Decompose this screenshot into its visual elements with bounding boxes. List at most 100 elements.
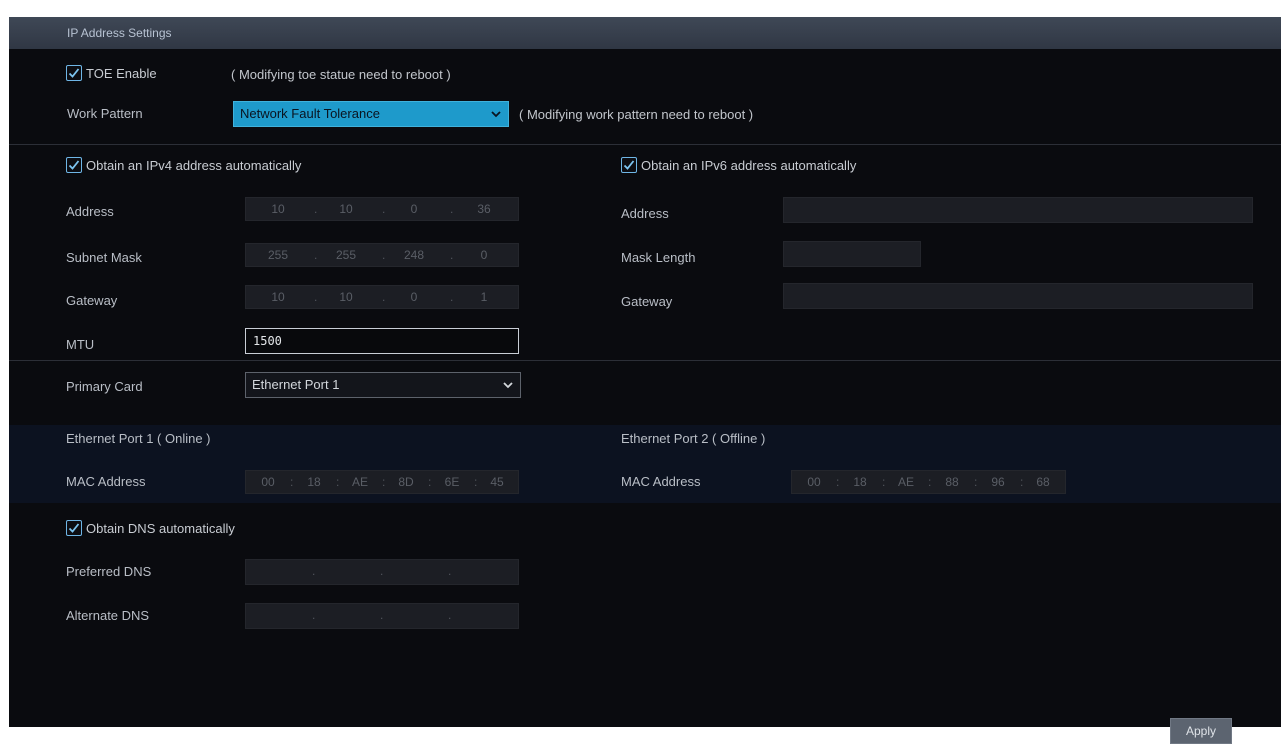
divider <box>9 360 1281 361</box>
mac-byte: 18 <box>853 475 867 489</box>
mac-separator: : <box>1020 475 1024 489</box>
work-pattern-select[interactable]: Network Fault Tolerance <box>233 101 509 127</box>
port2-mac-field: 00 : 18 : AE : 88 : 96 : 68 <box>791 470 1066 494</box>
mtu-value: 1500 <box>253 334 282 348</box>
ipv4-address-label: Address <box>66 204 114 219</box>
ipv4-gateway-label: Gateway <box>66 293 118 308</box>
check-icon <box>68 160 80 170</box>
octet-separator: . <box>314 290 318 304</box>
dns-auto-label: Obtain DNS automatically <box>86 521 235 536</box>
subnet-mask-label: Subnet Mask <box>66 250 142 265</box>
preferred-dns-field: . . . <box>245 559 519 585</box>
ip-octet: 248 <box>403 248 425 262</box>
primary-card-label: Primary Card <box>66 379 143 394</box>
ip-octet: 10 <box>271 290 285 304</box>
ipv6-address-field[interactable] <box>783 197 1253 223</box>
mac-separator: : <box>474 475 478 489</box>
octet-separator: . <box>380 608 384 622</box>
mac-separator: : <box>336 475 340 489</box>
octet-separator: . <box>448 608 452 622</box>
ip-octet: 255 <box>267 248 289 262</box>
mac-separator: : <box>882 475 886 489</box>
mac-byte: 6E <box>444 475 460 489</box>
ipv6-gateway-label: Gateway <box>621 294 673 309</box>
ipv4-address-field[interactable]: 10 . 10 . 0 . 36 <box>245 197 519 221</box>
mtu-label: MTU <box>66 337 95 352</box>
octet-separator: . <box>382 202 386 216</box>
divider <box>9 144 1281 145</box>
ip-octet: 36 <box>477 202 491 216</box>
mac-separator: : <box>382 475 386 489</box>
mac-byte: AE <box>351 475 368 489</box>
ipv4-auto-checkbox[interactable] <box>66 157 82 173</box>
toe-enable-label: TOE Enable <box>86 66 157 81</box>
octet-separator: . <box>450 290 454 304</box>
octet-separator: . <box>312 564 316 578</box>
port1-mac-label: MAC Address <box>66 474 146 489</box>
mask-length-label: Mask Length <box>621 250 696 265</box>
octet-separator: . <box>314 202 318 216</box>
port2-title: Ethernet Port 2 ( Offline ) <box>621 431 766 446</box>
subnet-mask-field[interactable]: 255 . 255 . 248 . 0 <box>245 243 519 267</box>
octet-separator: . <box>450 202 454 216</box>
mac-separator: : <box>928 475 932 489</box>
ip-octet: 0 <box>410 202 418 216</box>
octet-separator: . <box>312 608 316 622</box>
octet-separator: . <box>314 248 318 262</box>
mac-separator: : <box>836 475 840 489</box>
octet-separator: . <box>382 290 386 304</box>
mask-length-field[interactable] <box>783 241 921 267</box>
mac-byte: 88 <box>945 475 959 489</box>
mac-byte: AE <box>897 475 914 489</box>
ipv6-auto-label: Obtain an IPv6 address automatically <box>641 158 857 173</box>
work-pattern-value: Network Fault Tolerance <box>240 106 380 121</box>
primary-card-value: Ethernet Port 1 <box>252 377 340 392</box>
panel-header: IP Address Settings <box>9 17 1281 49</box>
ip-octet: 255 <box>335 248 357 262</box>
toe-enable-checkbox[interactable] <box>66 65 82 81</box>
ip-octet: 10 <box>271 202 285 216</box>
port1-title: Ethernet Port 1 ( Online ) <box>66 431 211 446</box>
mac-separator: : <box>290 475 294 489</box>
octet-separator: . <box>380 564 384 578</box>
octet-separator: . <box>450 248 454 262</box>
ip-octet: 10 <box>339 290 353 304</box>
toe-note: ( Modifying toe statue need to reboot ) <box>231 67 451 82</box>
work-pattern-note: ( Modifying work pattern need to reboot … <box>519 107 754 122</box>
mac-separator: : <box>428 475 432 489</box>
ip-settings-panel: IP Address Settings TOE Enable ( Modifyi… <box>9 17 1281 744</box>
port1-mac-field: 00 : 18 : AE : 8D : 6E : 45 <box>245 470 519 494</box>
check-icon <box>623 160 635 170</box>
ipv6-gateway-field[interactable] <box>783 283 1253 309</box>
alternate-dns-field: . . . <box>245 603 519 629</box>
ipv6-auto-checkbox[interactable] <box>621 157 637 173</box>
work-pattern-label: Work Pattern <box>67 106 143 121</box>
mac-byte: 00 <box>261 475 275 489</box>
chevron-down-icon <box>491 111 501 118</box>
ipv4-gateway-field[interactable]: 10 . 10 . 0 . 1 <box>245 285 519 309</box>
mac-byte: 68 <box>1036 475 1050 489</box>
ip-octet: 0 <box>410 290 418 304</box>
dns-auto-checkbox[interactable] <box>66 520 82 536</box>
mac-byte: 96 <box>991 475 1005 489</box>
chevron-down-icon <box>503 382 513 389</box>
preferred-dns-label: Preferred DNS <box>66 564 152 579</box>
mac-byte: 45 <box>490 475 504 489</box>
ipv6-address-label: Address <box>621 206 669 221</box>
ip-octet: 0 <box>480 248 488 262</box>
apply-button[interactable]: Apply <box>1170 718 1232 744</box>
alternate-dns-label: Alternate DNS <box>66 608 150 623</box>
ip-octet: 10 <box>339 202 353 216</box>
octet-separator: . <box>382 248 386 262</box>
ipv4-auto-label: Obtain an IPv4 address automatically <box>86 158 302 173</box>
mac-byte: 18 <box>307 475 321 489</box>
port2-mac-label: MAC Address <box>621 474 701 489</box>
mac-separator: : <box>974 475 978 489</box>
check-icon <box>68 68 80 78</box>
mac-byte: 00 <box>807 475 821 489</box>
primary-card-select[interactable]: Ethernet Port 1 <box>245 372 521 398</box>
octet-separator: . <box>448 564 452 578</box>
check-icon <box>68 523 80 533</box>
ip-octet: 1 <box>480 290 488 304</box>
mtu-input[interactable]: 1500 <box>245 328 519 354</box>
